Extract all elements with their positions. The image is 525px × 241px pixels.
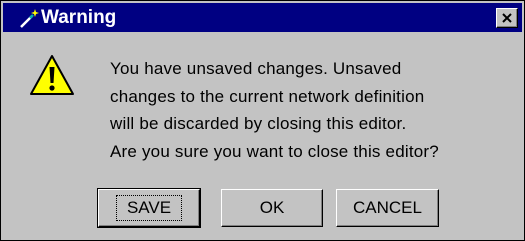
warning-dialog: Warning You have unsaved changes. Unsave… [0, 0, 525, 241]
magic-wand-icon [19, 7, 41, 29]
close-icon [502, 13, 512, 23]
message-line: Are you sure you want to close this edit… [110, 141, 439, 161]
save-button[interactable]: SAVE [97, 188, 201, 228]
ok-button[interactable]: OK [221, 189, 323, 227]
save-button-label: SAVE [115, 195, 183, 221]
cancel-button[interactable]: CANCEL [336, 189, 439, 227]
warning-icon [29, 54, 75, 96]
dialog-title: Warning [41, 7, 117, 28]
warning-message: You have unsaved changes. Unsaved change… [110, 55, 520, 165]
ok-button-label: OK [259, 198, 285, 217]
close-button[interactable] [496, 8, 518, 28]
cancel-button-label: CANCEL [353, 198, 422, 217]
message-line: changes to the current network definitio… [110, 86, 425, 106]
message-line: will be discarded by closing this editor… [110, 114, 407, 133]
message-line: You have unsaved changes. Unsaved [110, 59, 402, 78]
title-bar[interactable]: Warning [3, 3, 522, 32]
